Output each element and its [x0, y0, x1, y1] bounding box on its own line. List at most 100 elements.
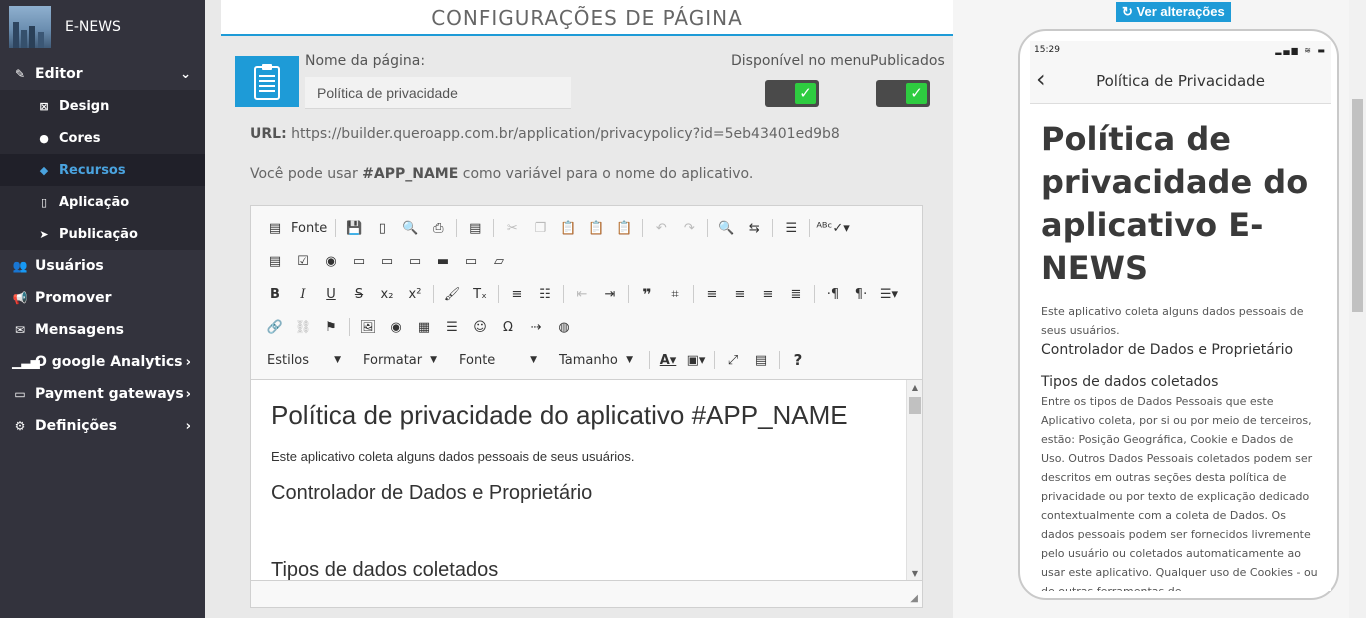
- find-icon[interactable]: 🔍: [714, 216, 738, 240]
- sidebar-item-payment[interactable]: ▭ Payment gateways ›: [0, 378, 205, 410]
- textarea-icon[interactable]: ▭: [375, 249, 399, 273]
- div-icon[interactable]: ⌗: [663, 282, 687, 306]
- radio-icon[interactable]: ◉: [319, 249, 343, 273]
- sidebar-item-publicacao[interactable]: ➤ Publicação: [0, 218, 205, 250]
- size-dropdown[interactable]: Tamanho ▼: [551, 348, 641, 372]
- image-icon[interactable]: 🖼: [356, 315, 380, 339]
- sidebar-item-usuarios[interactable]: 👥 Usuários: [0, 250, 205, 282]
- superscript-icon[interactable]: x²: [403, 282, 427, 306]
- brand[interactable]: E-NEWS: [0, 0, 205, 54]
- print-icon[interactable]: ⎙: [426, 216, 450, 240]
- back-arrow-icon[interactable]: ‹: [1036, 65, 1046, 93]
- bulleted-list-icon[interactable]: ☷: [533, 282, 557, 306]
- align-right-icon[interactable]: ≡: [756, 282, 780, 306]
- scroll-up-icon[interactable]: ▲: [907, 383, 923, 392]
- anchor-flag-icon[interactable]: ⚑: [319, 315, 343, 339]
- help-icon[interactable]: ?: [786, 348, 810, 372]
- select-all-icon[interactable]: ☰: [779, 216, 803, 240]
- sidebar-item-aplicacao[interactable]: ▯ Aplicação: [0, 186, 205, 218]
- paste-word-icon[interactable]: 📋: [612, 216, 636, 240]
- smiley-icon[interactable]: ☺: [468, 315, 492, 339]
- sidebar-item-recursos[interactable]: ◆ Recursos: [0, 154, 205, 186]
- numbered-list-icon[interactable]: ≡: [505, 282, 529, 306]
- sidebar-item-cores[interactable]: ● Cores: [0, 122, 205, 154]
- sidebar-item-analytics[interactable]: ▁▃▅ O google Analytics ›: [0, 346, 205, 378]
- unlink-icon[interactable]: ⛓: [291, 315, 315, 339]
- templates-icon[interactable]: ▤: [463, 216, 487, 240]
- editor-content[interactable]: Política de privacidade do aplicativo #A…: [251, 380, 906, 581]
- maximize-icon[interactable]: ⤢: [721, 348, 745, 372]
- menu-available-toggle[interactable]: ✓: [765, 80, 819, 107]
- sidebar-item-label: Design: [59, 98, 110, 114]
- spellcheck-icon[interactable]: ᴬᴮᶜ✓▾: [816, 216, 849, 240]
- page-break-icon[interactable]: ⇢: [524, 315, 548, 339]
- flash-icon[interactable]: ◉: [384, 315, 408, 339]
- preview-icon[interactable]: 🔍: [398, 216, 422, 240]
- scroll-down-icon[interactable]: ▼: [907, 569, 923, 578]
- new-page-icon[interactable]: ▯: [370, 216, 394, 240]
- form-icon[interactable]: ▤: [263, 249, 287, 273]
- hidden-field-icon[interactable]: ▱: [487, 249, 511, 273]
- indent-icon[interactable]: ⇥: [598, 282, 622, 306]
- subscript-icon[interactable]: x₂: [375, 282, 399, 306]
- outdent-icon[interactable]: ⇤: [570, 282, 594, 306]
- align-justify-icon[interactable]: ≣: [784, 282, 808, 306]
- paste-text-icon[interactable]: 📋: [584, 216, 608, 240]
- brand-logo: [9, 6, 51, 48]
- redo-icon[interactable]: ↷: [677, 216, 701, 240]
- text-color-icon[interactable]: A▾: [656, 348, 680, 372]
- source-icon[interactable]: ▤: [263, 216, 287, 240]
- iframe-icon[interactable]: ◍: [552, 315, 576, 339]
- pencil-icon: ✎: [14, 67, 26, 81]
- font-dropdown[interactable]: Fonte ▼: [451, 348, 545, 372]
- page-name-input[interactable]: [305, 77, 571, 109]
- table-icon[interactable]: ▦: [412, 315, 436, 339]
- source-button[interactable]: Fonte: [291, 221, 327, 236]
- main-panel: CONFIGURAÇÕES DE PÁGINA Nome da página: …: [221, 0, 953, 618]
- ltr-icon[interactable]: ·¶: [821, 282, 845, 306]
- styles-dropdown[interactable]: Estilos ▼: [259, 348, 349, 372]
- button-field-icon[interactable]: ▬: [431, 249, 455, 273]
- link-icon[interactable]: 🔗: [263, 315, 287, 339]
- language-icon[interactable]: ☰▾: [877, 282, 901, 306]
- align-center-icon[interactable]: ≡: [728, 282, 752, 306]
- sidebar-item-mensagens[interactable]: ✉ Mensagens: [0, 314, 205, 346]
- copy-icon[interactable]: ❐: [528, 216, 552, 240]
- select-field-icon[interactable]: ▭: [403, 249, 427, 273]
- remove-format-icon[interactable]: Tₓ: [468, 282, 492, 306]
- undo-icon[interactable]: ↶: [649, 216, 673, 240]
- page-scrollbar[interactable]: [1349, 0, 1366, 618]
- italic-icon[interactable]: I: [291, 282, 315, 306]
- view-changes-button[interactable]: ↻ Ver alterações: [1116, 2, 1231, 22]
- align-left-icon[interactable]: ≡: [700, 282, 724, 306]
- show-blocks-icon[interactable]: ▤: [749, 348, 773, 372]
- published-toggle[interactable]: ✓: [876, 80, 930, 107]
- strike-icon[interactable]: S: [347, 282, 371, 306]
- copy-format-icon[interactable]: 🖌: [440, 282, 464, 306]
- special-char-icon[interactable]: Ω: [496, 315, 520, 339]
- textfield-icon[interactable]: ▭: [347, 249, 371, 273]
- resize-handle-icon[interactable]: ◢: [910, 593, 918, 604]
- chart-icon: ▁▃▅: [12, 355, 40, 369]
- sidebar-item-design[interactable]: ⊠ Design: [0, 90, 205, 122]
- toolbar-separator: [493, 219, 495, 237]
- rtl-icon[interactable]: ¶·: [849, 282, 873, 306]
- scrollbar-thumb[interactable]: [909, 397, 921, 414]
- scrollbar-thumb[interactable]: [1352, 99, 1363, 312]
- editor-scrollbar[interactable]: ▲ ▼: [906, 380, 922, 581]
- replace-icon[interactable]: ⇆: [742, 216, 766, 240]
- sidebar-item-definicoes[interactable]: ⚙ Definições ›: [0, 410, 205, 442]
- sidebar-item-editor[interactable]: ✎ Editor ⌄: [0, 58, 205, 90]
- paste-icon[interactable]: 📋: [556, 216, 580, 240]
- image-button-icon[interactable]: ▭: [459, 249, 483, 273]
- bold-icon[interactable]: B: [263, 282, 287, 306]
- underline-icon[interactable]: U: [319, 282, 343, 306]
- cut-icon[interactable]: ✂: [500, 216, 524, 240]
- checkbox-icon[interactable]: ☑: [291, 249, 315, 273]
- sidebar-item-promover[interactable]: 📢 Promover: [0, 282, 205, 314]
- blockquote-icon[interactable]: ❞: [635, 282, 659, 306]
- format-dropdown[interactable]: Formatar ▼: [355, 348, 445, 372]
- horizontal-rule-icon[interactable]: ☰: [440, 315, 464, 339]
- save-icon[interactable]: 💾: [342, 216, 366, 240]
- bg-color-icon[interactable]: ▣▾: [684, 348, 708, 372]
